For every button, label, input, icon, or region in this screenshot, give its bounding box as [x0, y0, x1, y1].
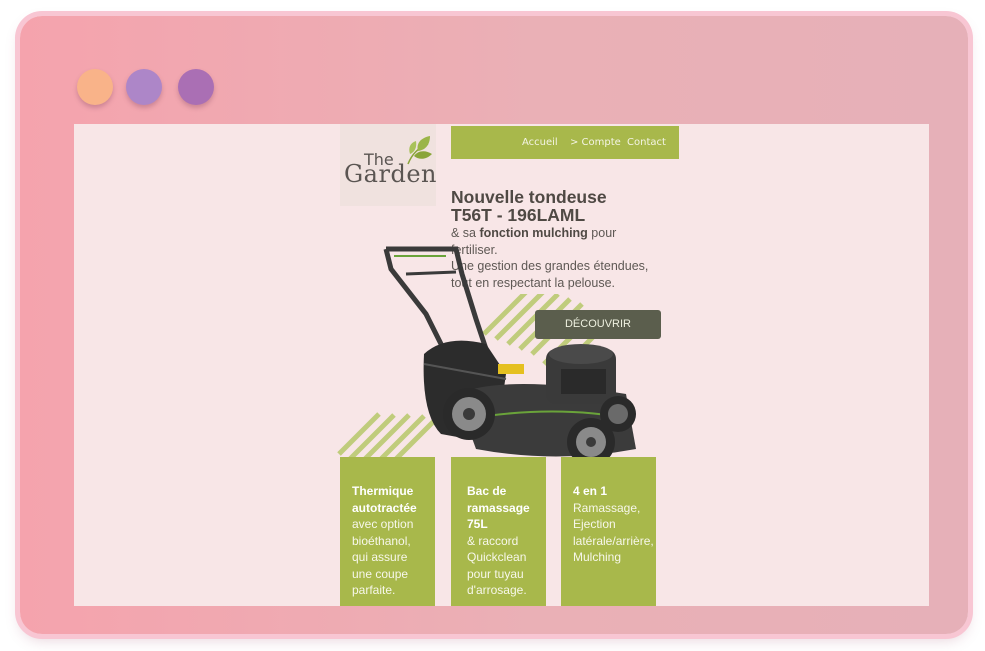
window-dot-orange[interactable]	[77, 69, 113, 105]
nav-compte[interactable]: > Compte	[570, 137, 621, 148]
hero-text-line1: & sa fonction mulching pour	[451, 225, 666, 242]
feature-card-4en1[interactable]: 4 en 1 Ramassage, Ejection latérale/arri…	[561, 457, 656, 606]
feature-title-line: ramassage	[467, 500, 530, 515]
feature-text-line: Mulching	[573, 550, 622, 564]
feature-text-line: une coupe	[352, 566, 409, 581]
hero-text-prefix: & sa	[451, 226, 480, 240]
feature-title-line: 4 en 1	[573, 484, 608, 498]
feature-text-line: & raccord	[467, 533, 519, 548]
feature-text-line: latérale/arrière,	[573, 533, 654, 548]
hero-text-bold: fonction mulching	[479, 226, 588, 240]
feature-card-bac[interactable]: Bac de ramassage 75L & raccord Quickclea…	[451, 457, 546, 606]
feature-title-line: Bac de	[467, 484, 507, 498]
decouvrir-button[interactable]: DÉCOUVRIR	[535, 310, 661, 339]
feature-title-line: Thermique	[352, 484, 414, 498]
feature-text-line: pour tuyau	[467, 566, 524, 581]
feature-title-line: 75L	[467, 517, 488, 531]
feature-text-line: d'arrosage.	[467, 583, 527, 597]
feature-text-line: Ejection	[573, 517, 616, 531]
feature-text-line: parfaite.	[352, 583, 396, 597]
hero-title-line2: T56T - 196LAML	[451, 205, 586, 225]
hero-text-suffix: pour	[587, 226, 617, 240]
leaf-icon	[407, 136, 432, 165]
page-viewport: The Garden Accueil > Compte Contact Nouv…	[74, 124, 929, 606]
feature-text-line: Ramassage,	[573, 500, 641, 515]
window-dot-purple[interactable]	[126, 69, 162, 105]
nav-accueil[interactable]: Accueil	[522, 137, 558, 148]
feature-card-thermique[interactable]: Thermique autotractée avec option bioéth…	[340, 457, 435, 606]
feature-text-line: Quickclean	[467, 550, 527, 564]
logo[interactable]: The Garden	[340, 124, 436, 206]
window-dot-violet[interactable]	[178, 69, 214, 105]
feature-text-line: avec option	[352, 517, 414, 531]
main-nav: Accueil > Compte Contact	[451, 126, 679, 159]
feature-title-line: autotractée	[352, 500, 417, 515]
hero-title-line1: Nouvelle tondeuse	[451, 187, 607, 207]
hero-title: Nouvelle tondeuse T56T - 196LAML	[451, 188, 681, 224]
feature-text-line: qui assure	[352, 550, 408, 564]
nav-contact[interactable]: Contact	[627, 137, 666, 148]
lawn-mower-image	[383, 246, 636, 464]
feature-text-line: bioéthanol,	[352, 533, 411, 548]
